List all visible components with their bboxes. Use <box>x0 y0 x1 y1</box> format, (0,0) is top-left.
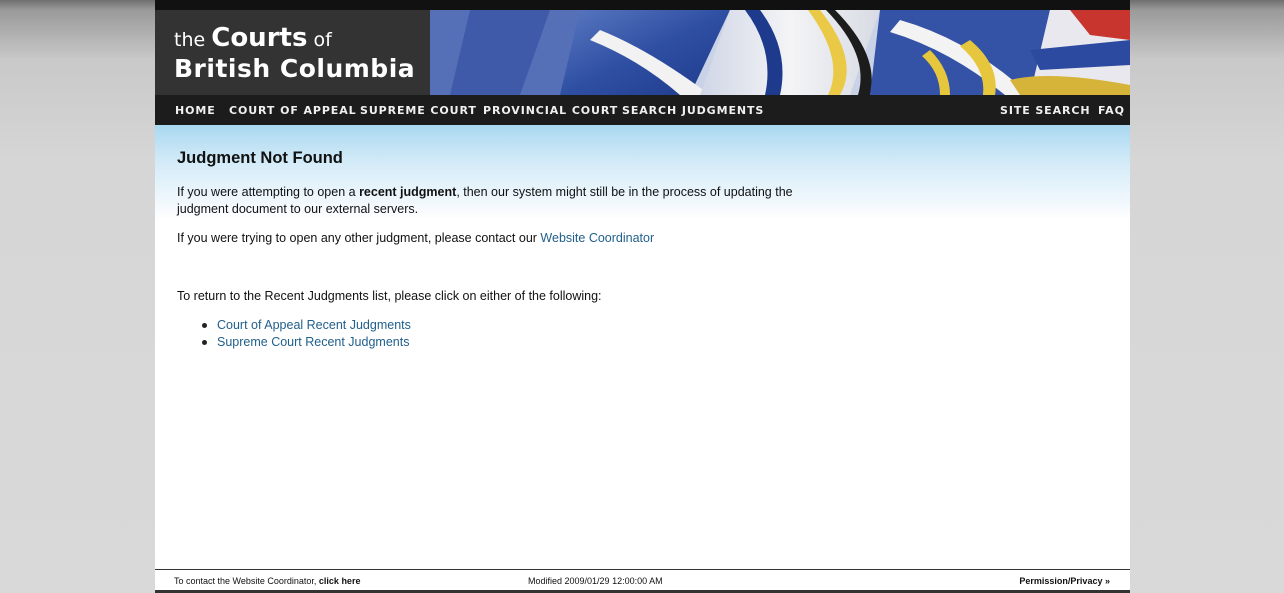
p1-bold-text: recent judgment <box>359 185 457 199</box>
top-strip <box>155 0 1130 10</box>
supreme-court-judgments-link[interactable]: Supreme Court Recent Judgments <box>217 335 409 349</box>
website-coordinator-link[interactable]: Website Coordinator <box>540 231 654 245</box>
logo-courts: Courts <box>211 23 308 53</box>
return-instructions: To return to the Recent Judgments list, … <box>177 289 602 303</box>
logo-the: the <box>174 29 206 51</box>
chevron-right-icon: » <box>1104 576 1110 586</box>
page-title: Judgment Not Found <box>177 149 343 167</box>
logo-of: of <box>313 29 332 51</box>
nav-site-search[interactable]: SITE SEARCH <box>1000 104 1090 117</box>
p1-text-start: If you were attempting to open a <box>177 185 360 199</box>
p2-text: If you were trying to open any other jud… <box>177 231 541 245</box>
contact-paragraph: If you were trying to open any other jud… <box>177 230 654 247</box>
click-here-link[interactable]: click here <box>319 576 361 586</box>
logo-line-2: British Columbia <box>174 54 416 83</box>
bullet-icon <box>202 323 207 328</box>
footer-contact: To contact the Website Coordinator, clic… <box>174 576 360 586</box>
nav-search-judgments[interactable]: SEARCH JUDGMENTS <box>622 104 764 117</box>
permission-privacy-link[interactable]: Permission/Privacy <box>1019 576 1102 586</box>
site-logo[interactable]: the Courts of British Columbia <box>155 10 430 95</box>
court-of-appeal-judgments-link[interactable]: Court of Appeal Recent Judgments <box>217 318 411 332</box>
footer-contact-text: To contact the Website Coordinator, <box>174 576 319 586</box>
bullet-icon <box>202 340 207 345</box>
list-item: Supreme Court Recent Judgments <box>202 334 411 351</box>
nav-court-of-appeal[interactable]: COURT OF APPEAL <box>229 104 357 117</box>
page-container: the Courts of British Columbia HOME COUR… <box>155 10 1130 593</box>
main-nav: HOME COURT OF APPEAL SUPREME COURT PROVI… <box>155 95 1130 125</box>
main-content: Judgment Not Found If you were attemptin… <box>155 125 1130 570</box>
recent-judgments-list: Court of Appeal Recent Judgments Supreme… <box>202 317 411 351</box>
nav-faq[interactable]: FAQ <box>1098 104 1125 117</box>
nav-home[interactable]: HOME <box>175 104 216 117</box>
logo-line-1: the Courts of <box>174 23 332 53</box>
nav-provincial-court[interactable]: PROVINCIAL COURT <box>483 104 618 117</box>
modified-date: Modified 2009/01/29 12:00:00 AM <box>528 576 663 586</box>
list-item: Court of Appeal Recent Judgments <box>202 317 411 334</box>
permission-privacy: Permission/Privacy » <box>1019 576 1110 586</box>
site-header: the Courts of British Columbia <box>155 10 1130 95</box>
nav-supreme-court[interactable]: SUPREME COURT <box>360 104 477 117</box>
bc-flag-banner-image <box>430 10 1130 95</box>
recent-judgment-paragraph: If you were attempting to open a recent … <box>177 184 817 218</box>
